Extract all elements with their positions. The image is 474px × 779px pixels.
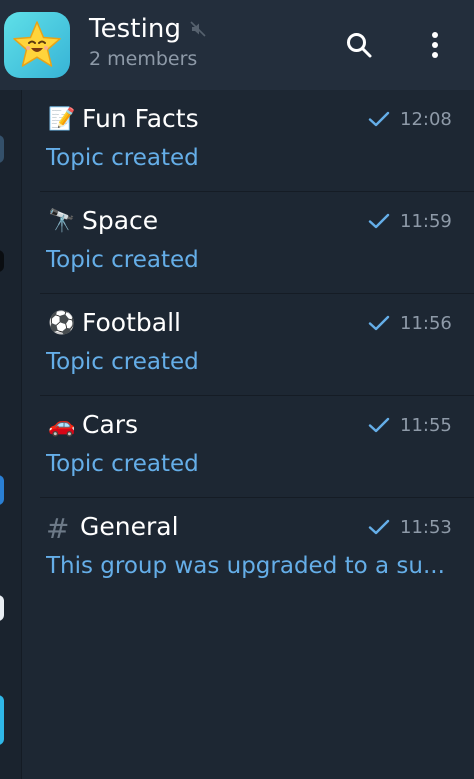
topic-time: 11:53 [400, 517, 452, 538]
chat-avatar-edge [0, 475, 4, 505]
star-face-icon [13, 21, 61, 67]
topic-time: 11:59 [400, 211, 452, 232]
read-check-icon [368, 417, 390, 433]
topic-last-message: Topic created [46, 451, 199, 477]
topic-list: 📝 Fun Facts 12:08 Topic created 🔭 Space … [40, 90, 474, 600]
chat-list-edge[interactable] [0, 90, 22, 779]
topic-time: 11:56 [400, 313, 452, 334]
telescope-icon: 🔭 [48, 209, 76, 234]
topic-last-message: Topic created [46, 145, 199, 171]
group-avatar[interactable] [4, 12, 70, 78]
read-check-icon [368, 519, 390, 535]
read-check-icon [368, 111, 390, 127]
topic-item-football[interactable]: ⚽ Football 11:56 Topic created [40, 294, 474, 396]
search-button[interactable] [336, 22, 382, 68]
topic-last-message: Topic created [46, 349, 199, 375]
read-check-icon [368, 315, 390, 331]
car-icon: 🚗 [48, 413, 76, 438]
topic-name: Fun Facts [82, 104, 199, 133]
topic-time: 12:08 [400, 109, 452, 130]
read-check-icon [368, 213, 390, 229]
topic-time: 11:55 [400, 415, 452, 436]
topic-item-fun-facts[interactable]: 📝 Fun Facts 12:08 Topic created [40, 90, 474, 192]
topic-last-message: This group was upgraded to a su... [46, 553, 445, 579]
muted-speaker-icon [189, 20, 207, 38]
topic-last-message: Topic created [46, 247, 199, 273]
soccer-ball-icon: ⚽ [48, 311, 76, 336]
topic-item-cars[interactable]: 🚗 Cars 11:55 Topic created [40, 396, 474, 498]
hash-icon: # [46, 512, 70, 545]
group-title: Testing [89, 14, 182, 44]
chat-avatar-edge [0, 250, 4, 272]
chat-title-area[interactable]: Testing 2 members [89, 14, 207, 70]
topic-item-general[interactable]: # General 11:53 This group was upgraded … [40, 498, 474, 600]
memo-icon: 📝 [48, 107, 76, 132]
chat-header: Testing 2 members [0, 0, 474, 90]
more-vertical-icon [432, 32, 438, 58]
topic-item-space[interactable]: 🔭 Space 11:59 Topic created [40, 192, 474, 294]
topic-name: Cars [82, 410, 139, 439]
more-menu-button[interactable] [412, 22, 458, 68]
member-count: 2 members [89, 48, 198, 70]
chat-avatar-edge [0, 695, 4, 745]
topic-name: Space [82, 206, 159, 235]
chat-avatar-edge [0, 135, 4, 163]
chat-avatar-edge [0, 595, 4, 621]
search-icon [347, 33, 372, 58]
topic-name: Football [82, 308, 181, 337]
topic-name: General [80, 512, 179, 541]
